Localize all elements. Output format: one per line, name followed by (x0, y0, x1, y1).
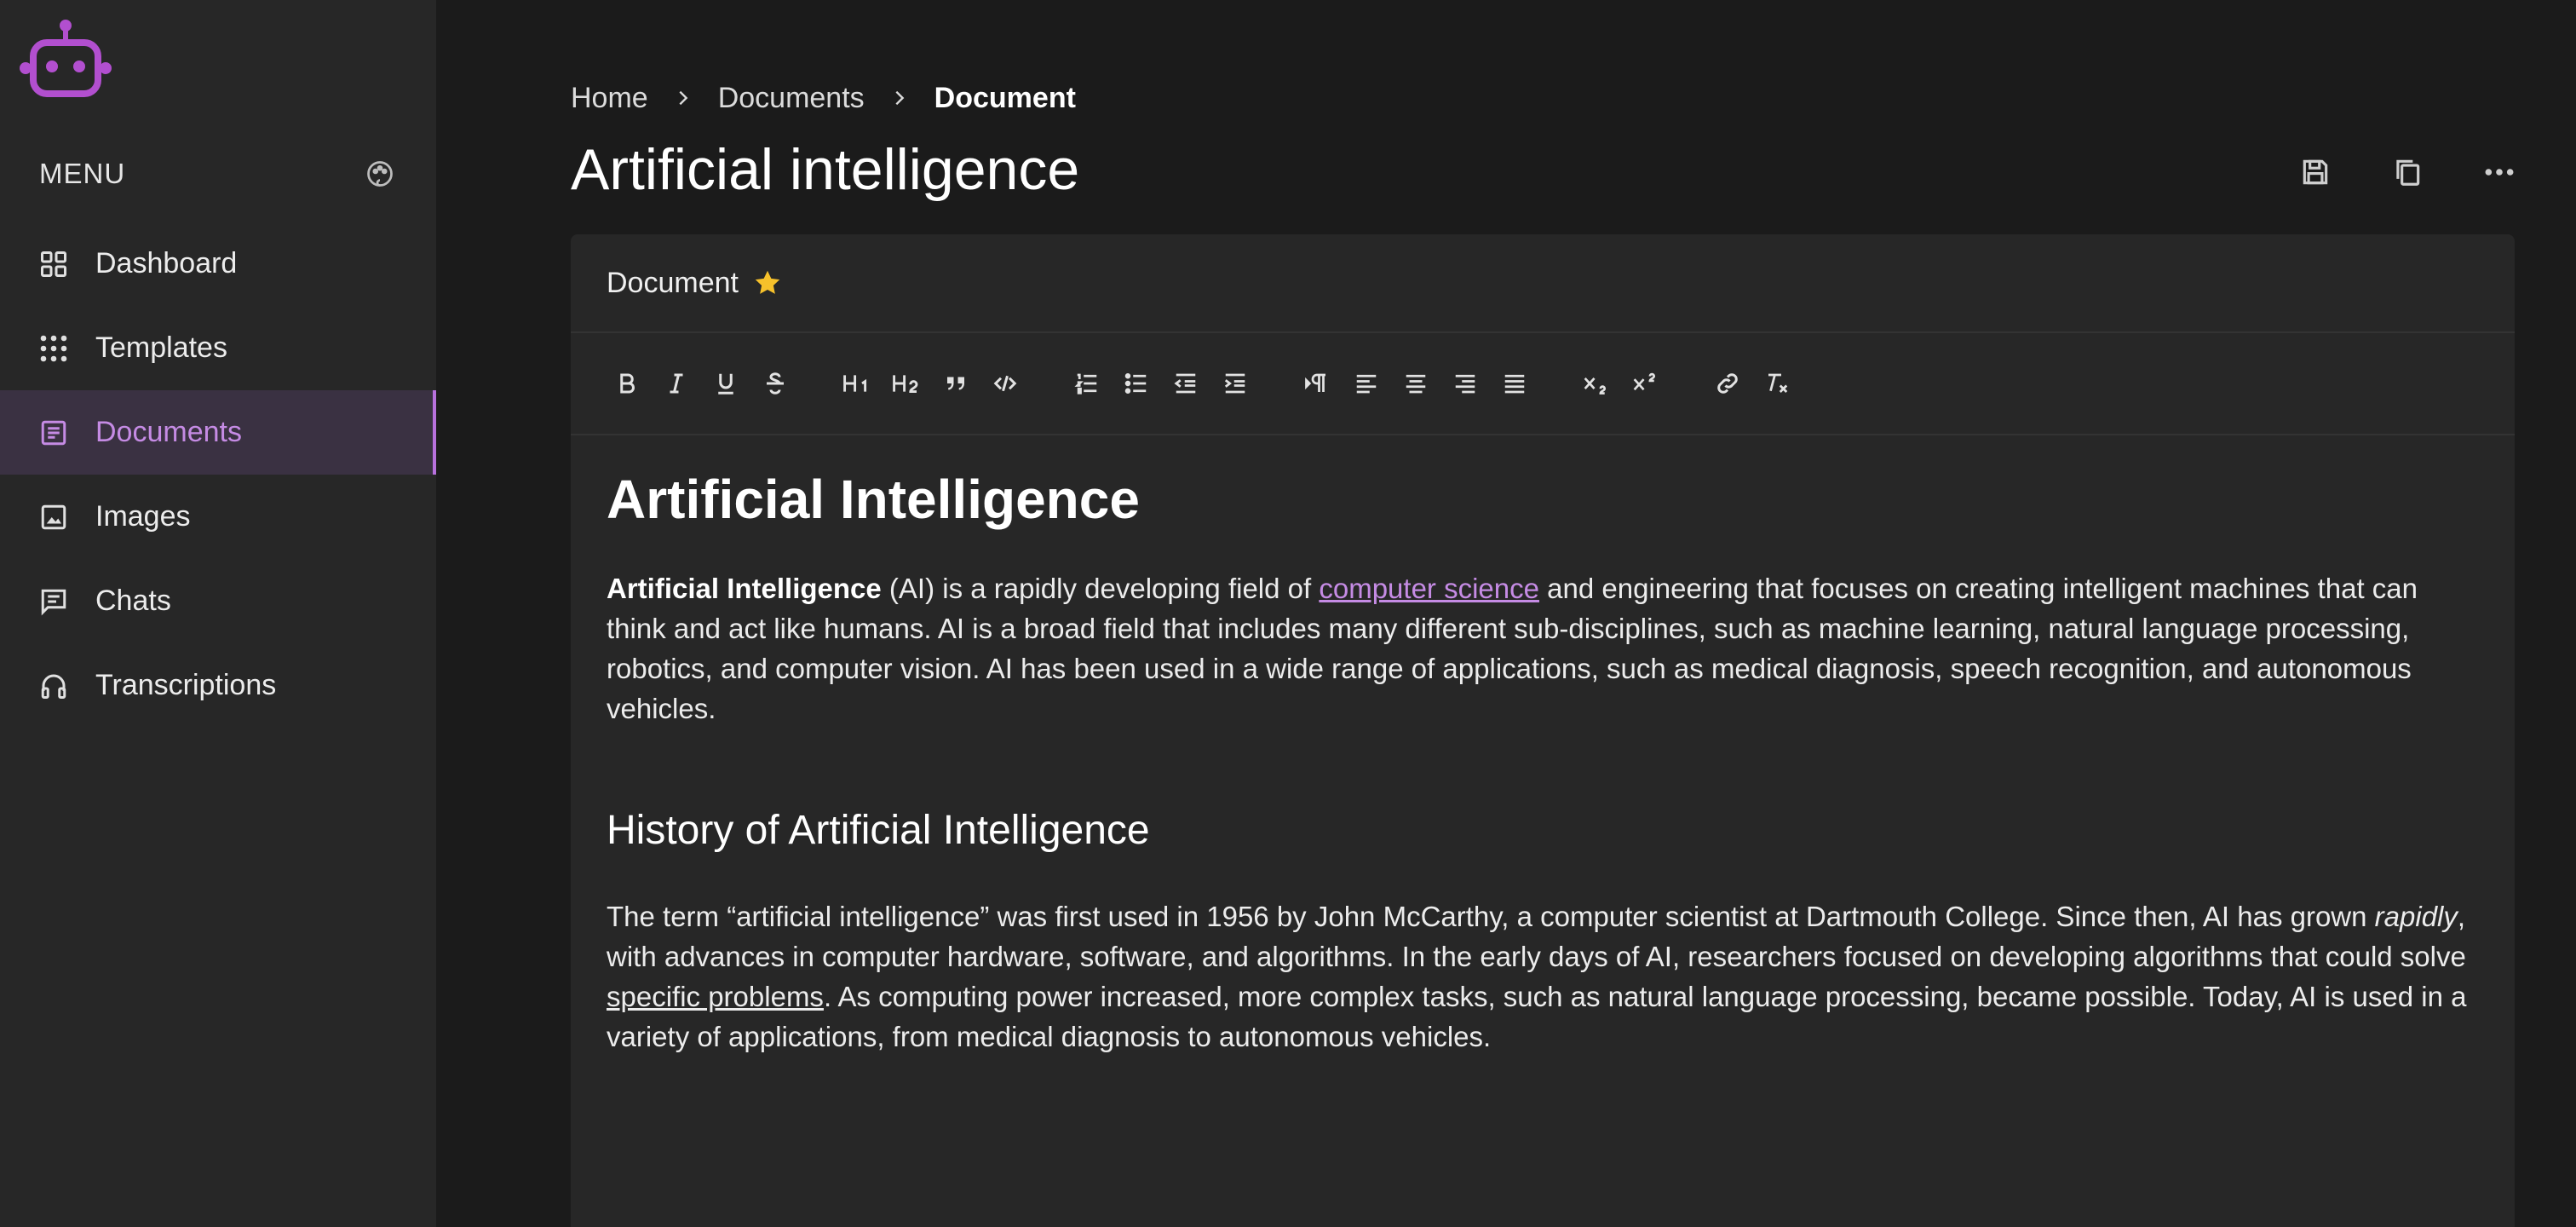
menu-header: MENU (39, 155, 397, 193)
chevron-right-icon (674, 89, 693, 107)
sidebar: MENU Dashboard Templates Documents Image… (0, 0, 436, 1227)
format-group (607, 363, 796, 404)
align-group (1297, 363, 1535, 404)
sidebar-item-documents[interactable]: Documents (0, 390, 436, 475)
card-title: Document (607, 266, 739, 299)
sidebar-item-label: Dashboard (95, 247, 238, 279)
editor-toolbar (571, 333, 2515, 435)
sidebar-item-label: Transcriptions (95, 669, 277, 701)
document-card: Document Artificial Intelligence Artific… (571, 234, 2515, 1227)
more-icon[interactable] (2474, 147, 2525, 198)
sidebar-nav: Dashboard Templates Documents Images Cha… (0, 222, 436, 728)
list-group (1067, 363, 1256, 404)
document-icon (36, 415, 72, 451)
page-title: Artificial intelligence (571, 137, 1080, 202)
menu-title: MENU (39, 158, 126, 189)
star-icon[interactable] (752, 268, 783, 298)
ordered-list-icon[interactable] (1067, 363, 1107, 404)
headphones-icon (36, 668, 72, 704)
breadcrumb: Home Documents Document (571, 77, 1076, 119)
clear-format-icon[interactable] (1757, 363, 1797, 404)
text-run: (AI) is a rapidly developing field of (881, 573, 1320, 604)
header-actions (2290, 147, 2525, 198)
underline-icon[interactable] (705, 363, 746, 404)
bullet-list-icon[interactable] (1116, 363, 1157, 404)
image-icon (36, 499, 72, 535)
sidebar-item-images[interactable]: Images (0, 475, 436, 559)
editor-content[interactable]: Artificial Intelligence Artificial Intel… (571, 435, 2515, 1057)
subscript-icon[interactable] (1576, 363, 1617, 404)
italic-text: rapidly (2374, 901, 2458, 932)
paragraph-intro: Artificial Intelligence (AI) is a rapidl… (607, 568, 2479, 729)
bold-text: Artificial Intelligence (607, 573, 882, 604)
document-subheading: History of Artificial Intelligence (607, 808, 1150, 853)
italic-icon[interactable] (656, 363, 697, 404)
align-right-icon[interactable] (1445, 363, 1486, 404)
sidebar-item-transcriptions[interactable]: Transcriptions (0, 643, 436, 728)
link-icon[interactable] (1707, 363, 1748, 404)
copy-icon[interactable] (2382, 147, 2433, 198)
breadcrumb-current: Document (934, 81, 1076, 114)
outdent-icon[interactable] (1165, 363, 1206, 404)
grid-icon (36, 246, 72, 282)
chat-icon (36, 584, 72, 619)
text-run: . As computing power increased, more com… (607, 981, 2467, 1052)
breadcrumb-documents[interactable]: Documents (718, 82, 865, 115)
code-icon[interactable] (985, 363, 1026, 404)
text-direction-icon[interactable] (1297, 363, 1337, 404)
paragraph-history: The term “artificial intelligence” was f… (607, 896, 2479, 1057)
chevron-right-icon (890, 89, 909, 107)
robot-icon[interactable] (19, 17, 112, 99)
text-run: The term “artificial intelligence” was f… (607, 901, 2375, 932)
bold-icon[interactable] (607, 363, 647, 404)
sidebar-item-templates[interactable]: Templates (0, 306, 436, 390)
misc-group (1707, 363, 1797, 404)
dots-grid-icon (36, 331, 72, 366)
heading-1-icon[interactable] (837, 363, 877, 404)
document-heading: Artificial Intelligence (607, 469, 1140, 530)
sidebar-item-dashboard[interactable]: Dashboard (0, 222, 436, 306)
sidebar-item-label: Templates (95, 331, 227, 364)
block-group (837, 363, 1026, 404)
script-group (1576, 363, 1666, 404)
card-header: Document (571, 234, 2515, 333)
align-center-icon[interactable] (1395, 363, 1436, 404)
heading-2-icon[interactable] (886, 363, 927, 404)
justify-icon[interactable] (1494, 363, 1535, 404)
breadcrumb-home[interactable]: Home (571, 82, 648, 115)
strikethrough-icon[interactable] (755, 363, 796, 404)
sidebar-item-label: Images (95, 500, 191, 533)
underlined-text: specific problems (607, 981, 824, 1012)
blockquote-icon[interactable] (935, 363, 976, 404)
palette-icon[interactable] (363, 157, 397, 191)
save-icon[interactable] (2290, 147, 2341, 198)
sidebar-item-label: Documents (95, 416, 242, 448)
sidebar-item-chats[interactable]: Chats (0, 559, 436, 643)
align-left-icon[interactable] (1346, 363, 1387, 404)
computer-science-link[interactable]: computer science (1319, 573, 1539, 604)
sidebar-item-label: Chats (95, 585, 171, 617)
indent-icon[interactable] (1215, 363, 1256, 404)
superscript-icon[interactable] (1625, 363, 1666, 404)
